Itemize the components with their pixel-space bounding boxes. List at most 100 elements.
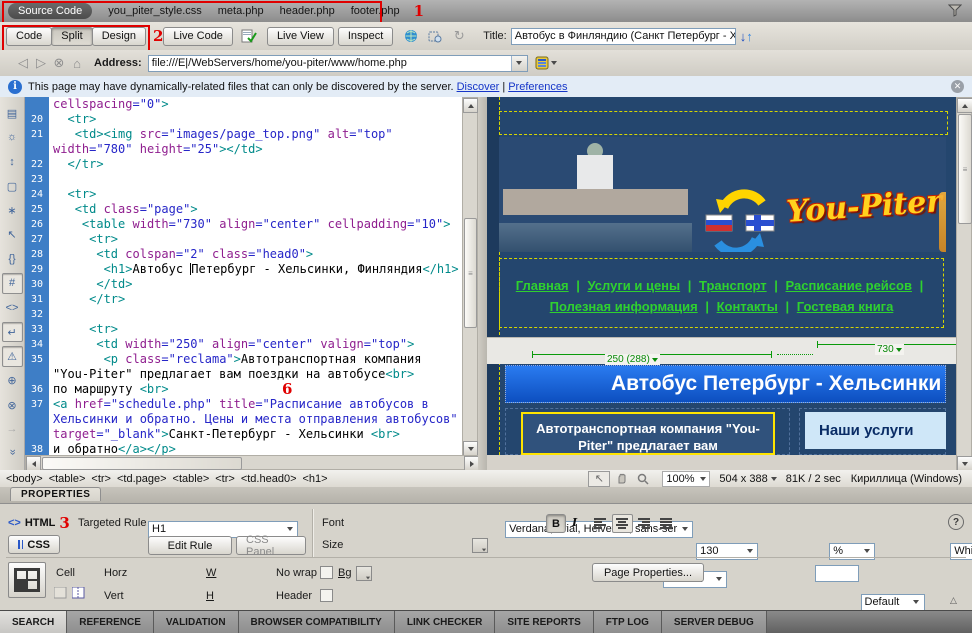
line-numbers-icon[interactable]: #	[2, 273, 23, 293]
collapse-panel-icon[interactable]: △	[950, 595, 957, 606]
code-line[interactable]: 22 </tr>	[25, 157, 462, 172]
code-horizontal-scrollbar[interactable]	[25, 455, 478, 470]
select-tool-icon[interactable]: ↖	[588, 471, 610, 487]
related-file-tab[interactable]: meta.php	[218, 5, 264, 17]
related-file-tab[interactable]: you_piter_style.css	[108, 5, 202, 17]
stop-icon[interactable]: ⊗	[50, 54, 68, 72]
design-vertical-scrollbar[interactable]: ≡	[956, 97, 972, 470]
preview-in-browser-icon[interactable]	[399, 26, 423, 47]
results-tab-ftp-log[interactable]: FTP LOG	[594, 611, 662, 633]
html-mode-button[interactable]: <> HTML 3	[8, 514, 70, 532]
properties-tab[interactable]: PROPERTIES	[10, 487, 101, 501]
zoom-tool-icon[interactable]	[632, 471, 654, 487]
code-line[interactable]: 27 <tr>	[25, 232, 462, 247]
apply-comment-icon[interactable]: ⊕	[2, 371, 23, 391]
address-dropdown-arrow[interactable]	[511, 56, 527, 71]
code-line[interactable]: 37<a href="schedule.php" title="Расписан…	[25, 397, 462, 442]
vert-select[interactable]: Default	[861, 594, 925, 611]
nav-link[interactable]: Расписание рейсов	[786, 278, 912, 293]
discover-link[interactable]: Discover	[457, 81, 500, 93]
edit-rule-button[interactable]: Edit Rule	[148, 536, 232, 555]
balance-braces-icon[interactable]: {}	[2, 249, 23, 269]
tag-selector-item[interactable]: <table>	[49, 473, 86, 485]
indent-code-icon[interactable]: →	[2, 419, 23, 439]
code-view[interactable]: cellspacing="0">20 <tr>21 <td><img src="…	[25, 97, 462, 455]
zoom-level-select[interactable]: 100%	[662, 471, 710, 487]
related-file-tab[interactable]: footer.php	[351, 5, 400, 17]
code-line[interactable]: 30 </td>	[25, 277, 462, 292]
page-properties-button[interactable]: Page Properties...	[592, 563, 704, 582]
nav-link[interactable]: Транспорт	[699, 278, 767, 293]
code-line[interactable]: 32	[25, 307, 462, 322]
align-justify-icon[interactable]	[656, 514, 677, 533]
header-checkbox[interactable]	[320, 589, 333, 602]
select-parent-tag-icon[interactable]: ↖	[2, 225, 23, 245]
forward-icon[interactable]: ▷	[32, 54, 50, 72]
check-browser-compat-icon[interactable]	[237, 26, 261, 47]
merge-split-cell-icons[interactable]	[54, 587, 85, 599]
back-icon[interactable]: ◁	[14, 54, 32, 72]
code-line[interactable]: 26 <table width="730" align="center" cel…	[25, 217, 462, 232]
filter-funnel-icon[interactable]	[948, 4, 962, 20]
close-info-bar-icon[interactable]: ✕	[951, 80, 964, 93]
live-code-button[interactable]: Live Code	[163, 27, 233, 46]
collapse-full-tag-icon[interactable]: ↕	[2, 152, 23, 172]
source-code-tab[interactable]: Source Code	[8, 3, 92, 19]
results-tab-reference[interactable]: REFERENCE	[67, 611, 154, 633]
highlight-invalid-code-icon[interactable]: <>	[2, 298, 23, 318]
address-input[interactable]: file:///E|/WebServers/home/you-piter/www…	[148, 55, 528, 72]
no-wrap-checkbox[interactable]	[320, 566, 333, 579]
tag-selector-item[interactable]: <td.page>	[117, 473, 167, 485]
tag-selector-item[interactable]: <table>	[173, 473, 210, 485]
code-line[interactable]: 24 <tr>	[25, 187, 462, 202]
css-mode-button[interactable]: CSS	[8, 535, 60, 554]
align-right-icon[interactable]	[634, 514, 655, 533]
home-icon[interactable]: ⌂	[68, 54, 86, 72]
results-tab-link-checker[interactable]: LINK CHECKER	[395, 611, 496, 633]
width-label-730[interactable]: 730	[875, 344, 904, 355]
results-tab-validation[interactable]: VALIDATION	[154, 611, 239, 633]
file-get-put-icon[interactable]: ↓↑	[740, 29, 753, 44]
results-tab-server-debug[interactable]: SERVER DEBUG	[662, 611, 767, 633]
nav-link[interactable]: Услуги и цены	[588, 278, 681, 293]
results-tab-site-reports[interactable]: SITE REPORTS	[495, 611, 593, 633]
nav-link[interactable]: Гостевая книга	[797, 299, 894, 314]
text-color-swatch[interactable]	[472, 538, 488, 553]
code-line[interactable]: 31 </tr>	[25, 292, 462, 307]
help-icon[interactable]: ?	[948, 514, 964, 530]
syntax-error-alerts-icon[interactable]: ⚠	[2, 346, 23, 366]
code-line[interactable]: 20 <tr>	[25, 112, 462, 127]
design-view[interactable]: You-Piter Автобус С.Петербург-Хельсинки …	[487, 97, 956, 455]
tag-selector-item[interactable]: <tr>	[215, 473, 235, 485]
tag-selector-item[interactable]: <td.head0>	[241, 473, 297, 485]
split-divider[interactable]	[478, 97, 487, 470]
italic-button[interactable]: I	[572, 516, 577, 529]
open-documents-icon[interactable]: ▤	[2, 103, 23, 123]
visual-aids-icon[interactable]	[423, 26, 447, 47]
remove-comment-icon[interactable]: ⊗	[2, 395, 23, 415]
results-tab-browser-compatibility[interactable]: BROWSER COMPATIBILITY	[239, 611, 395, 633]
view-button-design[interactable]: Design	[92, 27, 146, 46]
bold-button[interactable]: B	[546, 514, 566, 533]
live-view-options-icon[interactable]	[534, 53, 558, 74]
code-line[interactable]: 36по маршруту <br>	[25, 382, 462, 397]
w-field[interactable]	[815, 565, 859, 582]
preferences-link[interactable]: Preferences	[508, 81, 567, 93]
expand-all-icon[interactable]: ∗	[2, 200, 23, 220]
code-line[interactable]: 25 <td class="page">	[25, 202, 462, 217]
code-line[interactable]: 21 <td><img src="images/page_top.png" al…	[25, 127, 462, 157]
results-tab-search[interactable]: SEARCH	[0, 611, 67, 633]
align-center-icon[interactable]	[612, 514, 633, 533]
window-size-select[interactable]: 504 x 388	[716, 472, 779, 486]
code-line[interactable]: 23	[25, 172, 462, 187]
view-button-code[interactable]: Code	[6, 27, 52, 46]
tag-selector-item[interactable]: <h1>	[303, 473, 328, 485]
code-line[interactable]: 35 <p class="reclama">Автотранспортная к…	[25, 352, 462, 382]
nav-link[interactable]: Главная	[516, 278, 569, 293]
show-more-icon[interactable]: »	[2, 441, 22, 462]
inspect-button[interactable]: Inspect	[338, 27, 393, 46]
live-view-button[interactable]: Live View	[267, 27, 334, 46]
tag-selector-item[interactable]: <body>	[6, 473, 43, 485]
view-button-split[interactable]: Split	[51, 27, 92, 46]
code-line[interactable]: 28 <td colspan="2" class="head0">	[25, 247, 462, 262]
